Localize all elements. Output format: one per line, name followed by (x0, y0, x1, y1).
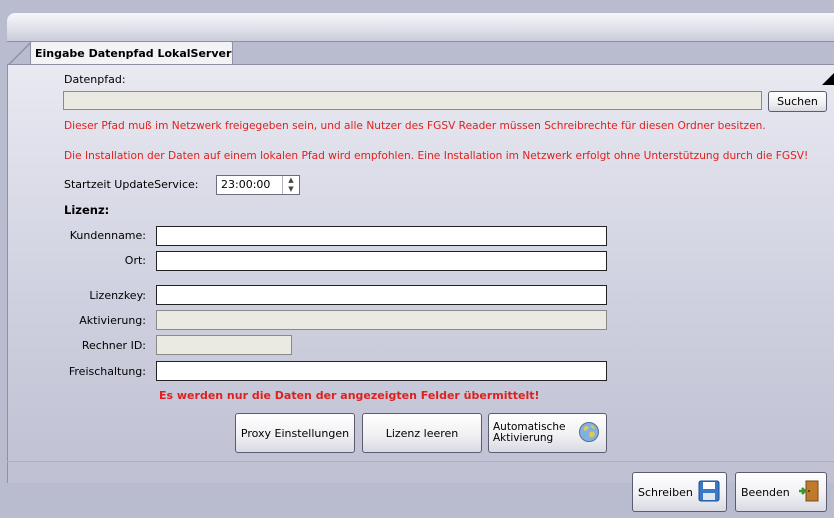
freischaltung-input[interactable] (156, 361, 607, 381)
datenpfad-input[interactable] (63, 91, 762, 110)
freischaltung-label: Freischaltung: (68, 365, 146, 378)
startzeit-spin-buttons[interactable]: ▲ ▼ (282, 176, 299, 194)
auto-activation-label-line2: Aktivierung (493, 432, 554, 444)
transmit-notice: Es werden nur die Daten der angezeigten … (159, 389, 540, 402)
kundenname-label: Kundenname: (69, 229, 146, 242)
floppy-disk-icon (697, 479, 721, 506)
proxy-settings-button[interactable]: Proxy Einstellungen (235, 413, 355, 453)
datenpfad-label: Datenpfad: (64, 73, 126, 86)
aktivierung-label: Aktivierung: (79, 314, 146, 327)
footer-divider (7, 461, 834, 462)
exit-door-icon (797, 479, 821, 506)
globe-icon (578, 421, 600, 446)
ort-label: Ort: (124, 254, 146, 267)
auto-activation-button[interactable]: Automatische Aktivierung (488, 413, 607, 453)
schreiben-label: Schreiben (638, 485, 693, 499)
startzeit-value: 23:00:00 (221, 178, 271, 191)
rechner-id-field (156, 335, 292, 355)
spin-down-icon[interactable]: ▼ (283, 185, 299, 194)
spin-up-icon[interactable]: ▲ (283, 176, 299, 185)
clear-license-button[interactable]: Lizenz leeren (362, 413, 482, 453)
rechner-id-label: Rechner ID: (81, 339, 146, 352)
lizenz-heading: Lizenz: (64, 203, 110, 217)
window-header-bar (7, 13, 834, 42)
beenden-button[interactable]: Beenden (735, 472, 827, 512)
lizenzkey-label: Lizenzkey: (89, 289, 146, 302)
startzeit-time-picker[interactable]: 23:00:00 ▲ ▼ (216, 175, 300, 195)
auto-activation-label: Automatische Aktivierung (493, 422, 565, 444)
schreiben-button[interactable]: Schreiben (632, 472, 727, 512)
tab-datenpfad-lokalserver[interactable]: Eingabe Datenpfad LokalServer (30, 41, 233, 65)
startzeit-label: Startzeit UpdateService: (64, 178, 199, 191)
install-warning-text: Die Installation der Daten auf einem lok… (64, 150, 809, 162)
suchen-button[interactable]: Suchen (768, 91, 827, 112)
ort-input[interactable] (156, 251, 607, 271)
lizenzkey-input[interactable] (156, 285, 607, 305)
resize-corner-icon (822, 73, 834, 85)
aktivierung-field (156, 310, 607, 330)
beenden-label: Beenden (741, 485, 790, 499)
path-warning-text: Dieser Pfad muß im Netzwerk freigegeben … (64, 120, 766, 132)
kundenname-input[interactable] (156, 226, 607, 246)
